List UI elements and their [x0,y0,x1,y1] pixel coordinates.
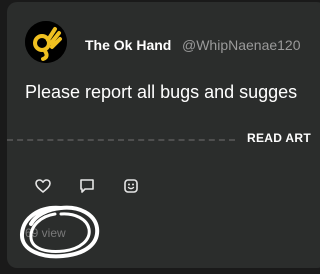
like-button[interactable] [34,177,52,195]
author-name[interactable]: The Ok Hand [85,37,171,53]
react-button[interactable] [122,177,140,195]
speech-bubble-icon [80,179,94,193]
view-count: 69 view [25,226,66,240]
emoji-face-icon [124,179,138,193]
read-article-link[interactable]: READ ART [247,131,311,145]
author-handle[interactable]: @WhipNaenae120 [182,37,301,53]
heart-outline-icon [35,179,51,193]
comment-button[interactable] [78,177,96,195]
ok-hand-icon [25,21,67,63]
post-body-text: Please report all bugs and sugges [25,82,298,102]
author-avatar[interactable] [25,21,67,63]
post-card[interactable]: The Ok Hand @WhipNaenae120 Please report… [7,2,320,268]
dashed-divider [7,139,235,141]
